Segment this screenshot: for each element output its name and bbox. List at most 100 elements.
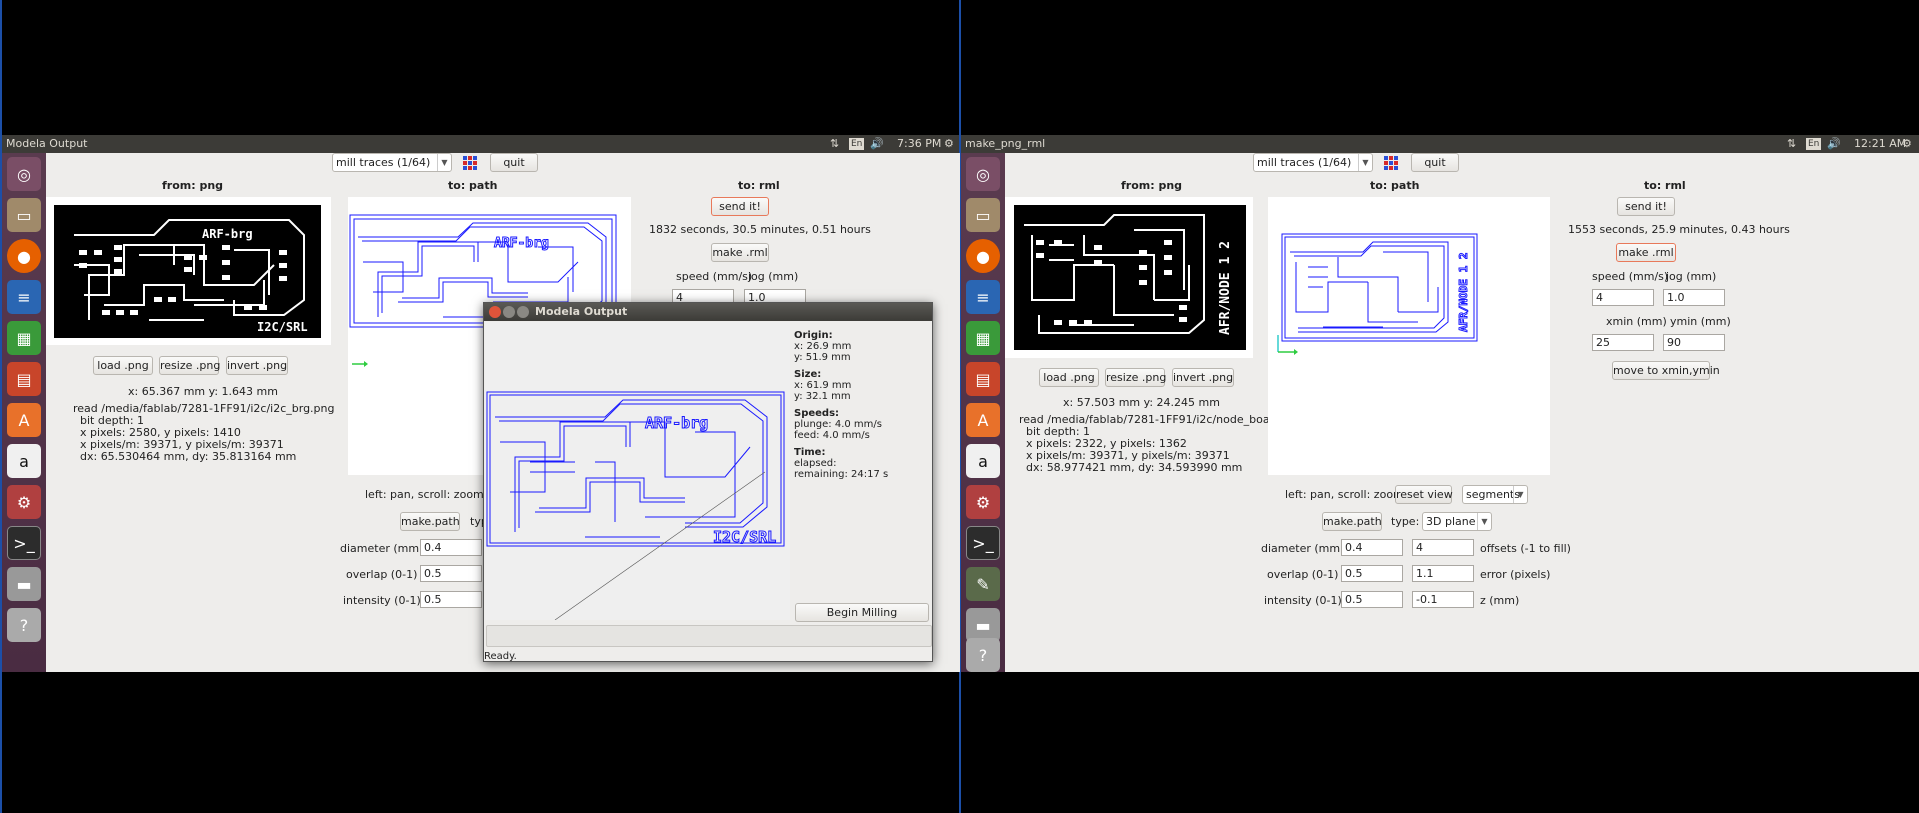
impress-icon[interactable]: ▤ <box>966 362 1000 396</box>
firefox-icon[interactable]: ● <box>966 239 1000 273</box>
left-monitor: Modela Output ⇅ En 🔊 7:36 PM ⚙ ◎ ▭ ● ≡ ▦… <box>0 0 960 813</box>
drive-icon[interactable]: ▬ <box>966 608 1000 642</box>
view-hint: left: pan, scroll: zoom <box>365 488 484 501</box>
type-select[interactable]: 3D plane ▼ <box>1422 512 1492 531</box>
overlap-input[interactable]: 0.5 <box>420 565 482 582</box>
speed-input[interactable]: 4 <box>1592 289 1654 306</box>
resize-png-button[interactable]: resize .png <box>1105 368 1166 387</box>
diameter-input[interactable]: 0.4 <box>420 539 482 556</box>
help-icon[interactable]: ? <box>7 608 41 642</box>
files-icon[interactable]: ▭ <box>966 198 1000 232</box>
invert-png-button[interactable]: invert .png <box>226 356 288 375</box>
milling-preview[interactable]: ARF-brg I2C/SRL <box>485 322 790 621</box>
impress-icon[interactable]: ▤ <box>7 362 41 396</box>
intensity-input[interactable]: 0.5 <box>420 591 482 608</box>
error-input[interactable]: 1.1 <box>1412 565 1474 582</box>
diameter-label: diameter (mm) <box>1261 542 1345 555</box>
move-to-xmin-ymin-button[interactable]: move to xmin,ymin <box>1612 361 1720 380</box>
grid-icon[interactable] <box>1383 155 1399 171</box>
send-it-button[interactable]: send it! <box>711 197 769 216</box>
gear-icon[interactable]: ⚙ <box>1902 136 1912 152</box>
info-line: dx: 58.977421 mm, dy: 34.593990 mm <box>1019 461 1243 474</box>
firefox-icon[interactable]: ● <box>7 239 41 273</box>
png-header: from: png <box>162 179 224 192</box>
xmin-input[interactable]: 25 <box>1592 334 1654 351</box>
png-image[interactable]: ARF-brg I2C/SRL <box>54 205 321 338</box>
network-icon[interactable]: ⇅ <box>1787 136 1796 152</box>
send-it-button[interactable]: send it! <box>1617 197 1675 216</box>
intensity-input[interactable]: 0.5 <box>1341 591 1403 608</box>
clock[interactable]: 7:36 PM <box>897 136 941 152</box>
chevron-down-icon: ▼ <box>1477 513 1491 530</box>
drive-icon[interactable]: ▬ <box>7 567 41 601</box>
keyboard-language[interactable]: En <box>849 138 865 150</box>
size-y: y: 32.1 mm <box>794 391 851 402</box>
volume-icon[interactable]: 🔊 <box>870 136 884 152</box>
make-path-button[interactable]: make.path <box>400 512 460 531</box>
gear-icon[interactable]: ⚙ <box>944 136 954 152</box>
terminal-icon[interactable]: >_ <box>966 526 1000 560</box>
intensity-label: intensity (0-1) <box>1264 594 1342 607</box>
origin-x: x: 26.9 mm <box>794 341 852 352</box>
maximize-icon[interactable] <box>517 306 529 318</box>
software-center-icon[interactable]: A <box>966 403 1000 437</box>
path-view[interactable]: AFR/NODE 1 2 <box>1268 197 1550 475</box>
reset-view-button[interactable]: reset view <box>1395 485 1453 504</box>
clock[interactable]: 12:21 AM <box>1854 136 1906 152</box>
settings-icon[interactable]: ⚙ <box>966 485 1000 519</box>
files-icon[interactable]: ▭ <box>7 198 41 232</box>
overlap-input[interactable]: 0.5 <box>1341 565 1403 582</box>
load-png-button[interactable]: load .png <box>93 356 153 375</box>
segments-select[interactable]: segments ▼ <box>1462 485 1528 504</box>
png-image[interactable]: AFR/NODE 1 2 <box>1014 205 1246 350</box>
remaining-time: remaining: 24:17 s <box>794 469 889 480</box>
writer-icon[interactable]: ≡ <box>7 280 41 314</box>
help-icon[interactable]: ? <box>966 638 1000 672</box>
close-icon[interactable] <box>489 306 501 318</box>
minimize-icon[interactable] <box>503 306 515 318</box>
launcher: ◎ ▭ ● ≡ ▦ ▤ A a ⚙ >_ ▬ ? <box>2 153 46 672</box>
writer-icon[interactable]: ≡ <box>966 280 1000 314</box>
gimp-icon[interactable]: ✎ <box>966 567 1000 601</box>
jog-input[interactable]: 1.0 <box>1663 289 1725 306</box>
calc-icon[interactable]: ▦ <box>966 321 1000 355</box>
overlap-label: overlap (0-1) <box>1267 568 1339 581</box>
top-panel: make_png_rml ⇅ En 🔊 12:21 AM ⚙ <box>961 135 1919 153</box>
dialog-status: Ready. <box>484 651 517 662</box>
software-center-icon[interactable]: A <box>7 403 41 437</box>
quit-button[interactable]: quit <box>1411 153 1459 172</box>
invert-png-button[interactable]: invert .png <box>1172 368 1234 387</box>
resize-png-button[interactable]: resize .png <box>159 356 220 375</box>
origin-heading: Origin: <box>794 330 833 341</box>
volume-icon[interactable]: 🔊 <box>1827 136 1841 152</box>
ubuntu-dash-icon[interactable]: ◎ <box>7 157 41 191</box>
milling-progress-bar <box>486 625 932 647</box>
ymin-input[interactable]: 90 <box>1663 334 1725 351</box>
terminal-icon[interactable]: >_ <box>7 526 41 560</box>
ubuntu-dash-icon[interactable]: ◎ <box>966 157 1000 191</box>
quit-button[interactable]: quit <box>490 153 538 172</box>
begin-milling-button[interactable]: Begin Milling <box>795 603 929 622</box>
process-select[interactable]: mill traces (1/64) ▼ <box>332 153 452 172</box>
make-rml-button[interactable]: make .rml <box>711 243 769 262</box>
dialog-title: Modela Output <box>535 305 628 318</box>
amazon-icon[interactable]: a <box>7 444 41 478</box>
amazon-icon[interactable]: a <box>966 444 1000 478</box>
z-input[interactable]: -0.1 <box>1412 591 1474 608</box>
network-icon[interactable]: ⇅ <box>830 136 839 152</box>
offsets-input[interactable]: 4 <box>1412 539 1474 556</box>
keyboard-language[interactable]: En <box>1806 138 1822 150</box>
overlap-label: overlap (0-1) <box>346 568 418 581</box>
make-path-button[interactable]: make.path <box>1322 512 1382 531</box>
calc-icon[interactable]: ▦ <box>7 321 41 355</box>
process-select[interactable]: mill traces (1/64) ▼ <box>1253 153 1373 172</box>
time-heading: Time: <box>794 447 826 458</box>
path-board-label: ARF-brg <box>494 236 549 251</box>
settings-icon[interactable]: ⚙ <box>7 485 41 519</box>
load-png-button[interactable]: load .png <box>1039 368 1099 387</box>
top-panel: Modela Output ⇅ En 🔊 7:36 PM ⚙ <box>2 135 959 153</box>
grid-icon[interactable] <box>462 155 478 171</box>
diameter-input[interactable]: 0.4 <box>1341 539 1403 556</box>
make-rml-button[interactable]: make .rml <box>1616 243 1676 262</box>
dialog-board-sublabel: I2C/SRL <box>713 528 776 546</box>
